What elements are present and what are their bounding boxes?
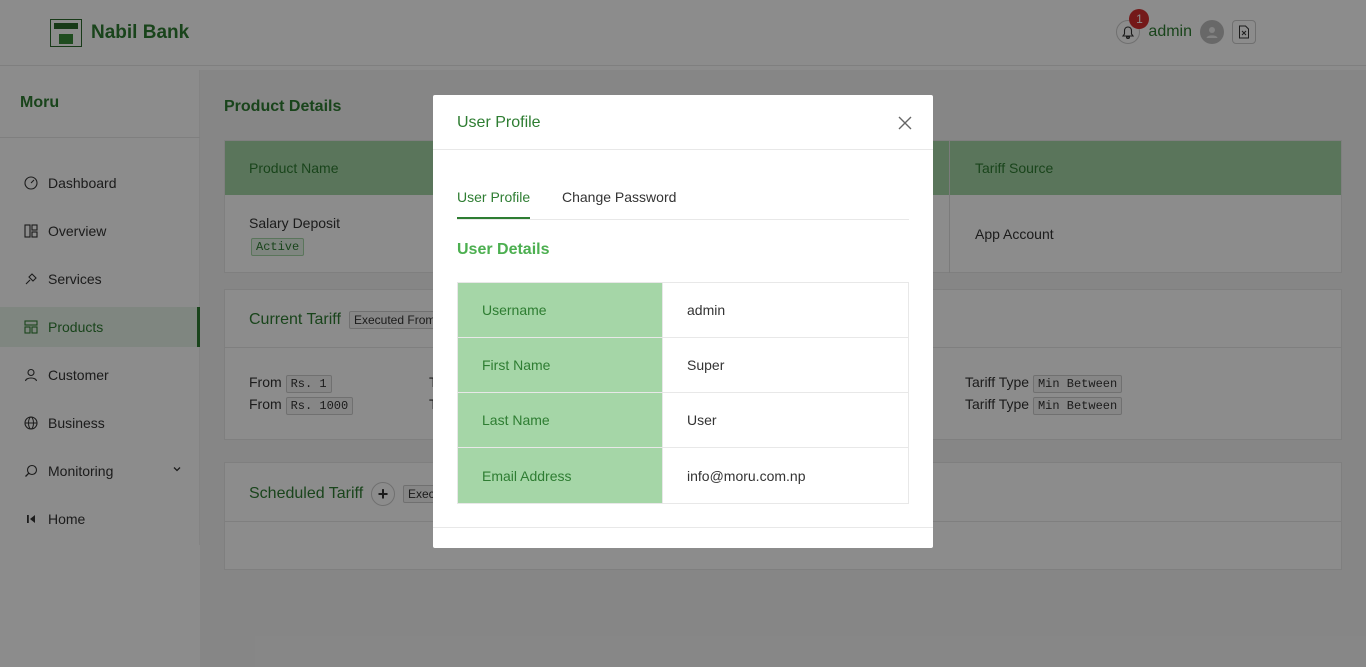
detail-value: info@moru.com.np	[687, 467, 806, 484]
user-details-title: User Details	[457, 241, 550, 258]
modal-header: User Profile	[433, 95, 933, 150]
detail-row-username: Username admin	[458, 283, 908, 338]
detail-value: User	[687, 412, 717, 428]
user-profile-modal: User Profile User Profile Change Passwor…	[433, 95, 933, 548]
close-button[interactable]	[895, 113, 915, 133]
modal-footer-divider	[433, 527, 933, 528]
detail-label: Last Name	[458, 393, 663, 447]
detail-row-email: Email Address info@moru.com.np	[458, 448, 908, 503]
active-tab-indicator	[457, 217, 530, 219]
close-icon	[898, 116, 912, 130]
modal-title: User Profile	[457, 114, 541, 131]
user-details-table: Username admin First Name Super Last Nam…	[457, 282, 909, 504]
tab-user-profile[interactable]: User Profile	[457, 189, 530, 205]
tab-change-password[interactable]: Change Password	[562, 189, 676, 205]
detail-label: Username	[458, 283, 663, 337]
detail-row-last-name: Last Name User	[458, 393, 908, 448]
profile-tabs: User Profile Change Password	[457, 174, 909, 220]
detail-row-first-name: First Name Super	[458, 338, 908, 393]
detail-value: admin	[687, 302, 726, 318]
detail-label: First Name	[458, 338, 663, 392]
detail-value: Super	[687, 357, 725, 373]
detail-label: Email Address	[458, 448, 663, 503]
